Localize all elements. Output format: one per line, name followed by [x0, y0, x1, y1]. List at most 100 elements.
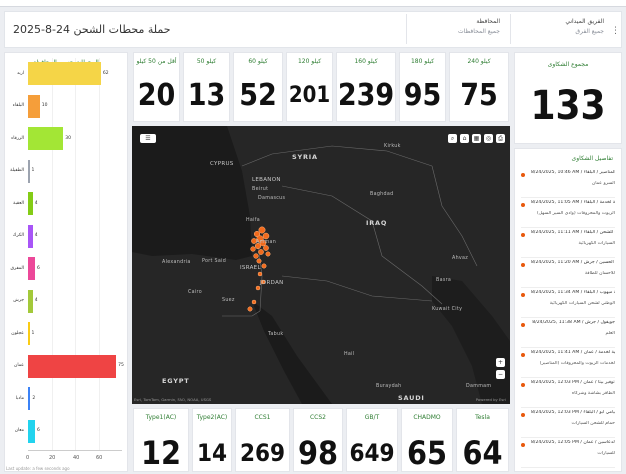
card-label: 240 كيلو: [467, 58, 491, 65]
card-tesla: Tesla 64: [456, 408, 509, 472]
dashboard-header: حملة محطات الشحن 24-8-2025 المحافظة جميع…: [4, 11, 622, 48]
category-label: عجلون: [11, 330, 24, 336]
bar-0[interactable]: [28, 62, 101, 85]
complaint-item[interactable]: 8/24/2025, 12:03 PM / محطة سيامي ابو / ا…: [521, 409, 615, 438]
category-label: مادبا: [15, 395, 24, 401]
filter-value: جميع الفرق: [575, 28, 604, 35]
bar-5[interactable]: [28, 224, 33, 248]
category-label: البلقاء: [12, 103, 24, 108]
x-tick: 60: [96, 455, 103, 461]
complaint-line-2: للاحسان للطاقة: [584, 271, 615, 276]
card-type2-ac: Type2(AC) 14: [192, 408, 232, 472]
category-label: الطفيلة: [10, 168, 24, 173]
print-icon[interactable]: ⎙: [496, 134, 505, 143]
map-label-lebanon: LEBANON: [252, 177, 281, 183]
gridline: [98, 58, 100, 450]
x-tick: 20: [49, 455, 56, 461]
map-label-cyprus: CYPRUS: [210, 161, 234, 167]
bar-6[interactable]: [28, 257, 36, 280]
map-label-beirut: Beirut: [252, 187, 269, 192]
category-label: اربد: [16, 70, 24, 76]
status-dot-icon: [521, 233, 525, 237]
layer-list-icon[interactable]: ☰: [140, 134, 156, 143]
card-label: GB/T: [364, 414, 380, 421]
bar-4[interactable]: [28, 192, 33, 215]
category-label: معان: [14, 428, 24, 433]
complaint-line-1: 8/24/2025, 11:38 AM / جويفول / جرش: [532, 320, 615, 325]
bar-2[interactable]: [28, 127, 64, 150]
bar-value-label: 2: [32, 395, 36, 401]
complaint-line-2: حمام للشحن السيارات: [571, 421, 615, 426]
bar-value-label: 75: [118, 363, 124, 368]
map-search-icon[interactable]: ⌕: [448, 134, 457, 143]
governorate-filter[interactable]: المحافظة جميع المحافظات: [406, 14, 506, 44]
complaint-line-2: الوطني لشحن السيارات الكهربائية: [549, 301, 615, 306]
basemap-icon[interactable]: ▦: [472, 134, 481, 143]
card-ccs1: CCS1 269: [235, 408, 290, 472]
card-value: 95: [403, 78, 442, 113]
complaint-line-1: 8/24/2025, 11:05 AM / الشركة الاردنية لخ…: [531, 200, 615, 205]
map-label-amman: Amman: [256, 240, 277, 245]
complaint-line-1: 8/24/2025, 12:03 PM / محطة سيامي ابو / ا…: [531, 410, 615, 415]
home-icon[interactable]: ⌂: [460, 134, 469, 143]
complaint-item[interactable]: 8/24/2025, 11:34 AM / مؤسسة ميهوب / البل…: [521, 289, 615, 318]
map-attribution: Esri, TomTom, Garmin, FAO, NOAA, USGS: [134, 397, 212, 402]
bar-7[interactable]: [28, 289, 33, 313]
card-value: 201: [288, 83, 331, 108]
card-label: CHADMO: [413, 414, 441, 421]
field-team-filter[interactable]: الفريق الميداني جميع الفرق: [510, 14, 610, 44]
complaint-item[interactable]: 8/24/2025, 12:03 PM / شركة توفير بيتا / …: [521, 379, 615, 408]
map-label-baghdad: Baghdad: [370, 192, 394, 197]
zoom-in-icon[interactable]: +: [496, 358, 505, 367]
card-160km: 160 كيلو 239: [336, 52, 396, 122]
card-label: CCS2: [309, 414, 326, 421]
card-value: 52: [239, 78, 277, 113]
card-value: 13: [187, 78, 226, 113]
card-label: 120 كيلو: [297, 58, 322, 65]
category-label: الزرقاء: [11, 135, 24, 141]
complaint-item[interactable]: 8/24/2025, 11:38 AM / جويفول / جرش العلم: [521, 319, 615, 348]
complaint-item[interactable]: 8/24/2025, 11:05 AM / الشركة الاردنية لخ…: [521, 199, 615, 228]
complaint-item[interactable]: 8/24/2025, 10:46 AM / محطة المناصير / ال…: [521, 169, 615, 198]
bar-9[interactable]: [28, 354, 117, 378]
complaint-item[interactable]: 8/24/2025, 12:05 PM / محطة عدي الدعاسين …: [521, 439, 615, 468]
complaint-item[interactable]: 8/24/2025, 11:20 AM / محطة عبدالله الحسي…: [521, 259, 615, 288]
card-60km: 60 كيلو 52: [233, 52, 283, 122]
card-label: Type2(AC): [196, 414, 228, 421]
map-label-alexandria: Alexandria: [162, 260, 191, 265]
complaint-line-2: لخدمات الزيوت والمحروقات (المناصير): [539, 361, 615, 366]
map-label-basra: Basra: [436, 278, 452, 283]
feed-title: تفاصيل الشكاوى: [571, 155, 613, 162]
card-value: 65: [406, 434, 448, 472]
locate-icon[interactable]: ◎: [484, 134, 493, 143]
map-view[interactable]: ☰ ⌕ ⌂ ▦ ◎ ⎙ + − SYRIA CYPRUS LEBANON Bei…: [132, 126, 510, 404]
complaints-feed[interactable]: تفاصيل الشكاوى 8/24/2025, 10:46 AM / محط…: [514, 148, 622, 472]
esri-powered: Powered by Esri: [475, 397, 506, 402]
card-type1-ac: Type1(AC) 12: [133, 408, 189, 472]
stations-by-governorate-panel: المحطات حسب المحافظة: [4, 52, 128, 472]
card-label: أقل من 50 كيلو: [136, 58, 177, 65]
zoom-out-icon[interactable]: −: [496, 370, 505, 379]
bar-8[interactable]: [28, 322, 30, 345]
card-gbt: GB/T 649: [346, 408, 398, 472]
bar-3[interactable]: [28, 159, 30, 183]
bar-value-label: 4: [34, 298, 38, 303]
map-label-iraq: IRAQ: [366, 219, 388, 227]
last-update-note: Last update: a few seconds ago: [6, 466, 70, 471]
status-dot-icon: [521, 323, 525, 327]
x-axis: [28, 450, 122, 451]
map-label-kuwait: Kuwait City: [432, 307, 463, 312]
bar-10[interactable]: [28, 387, 31, 410]
status-dot-icon: [521, 263, 525, 267]
bar-value-label: 62: [102, 70, 109, 76]
status-dot-icon: [521, 443, 525, 447]
category-label: عمان: [14, 363, 24, 368]
map-label-kirkuk: Kirkuk: [384, 144, 401, 149]
bar-1[interactable]: [28, 94, 40, 118]
complaint-item[interactable]: 8/24/2025, 11:41 AM / الشركة الاردنية لخ…: [521, 349, 615, 378]
complaint-item[interactable]: 8/24/2025, 11:11 AM / شركة السيارات للشح…: [521, 229, 615, 258]
bar-11[interactable]: [28, 419, 36, 443]
more-menu-icon[interactable]: ⋮: [611, 26, 620, 36]
card-label: Type1(AC): [145, 414, 177, 421]
filter-value: جميع المحافظات: [457, 28, 500, 35]
